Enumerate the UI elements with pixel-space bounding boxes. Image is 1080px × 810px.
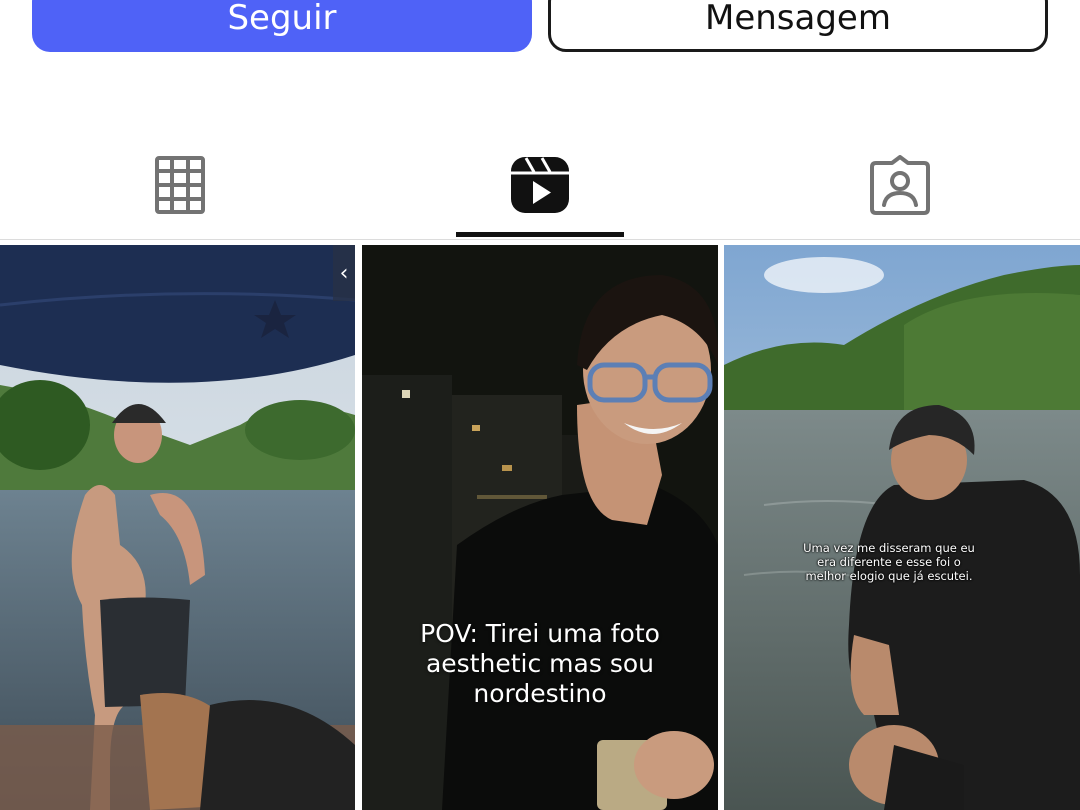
active-tab-indicator <box>456 232 624 237</box>
reel-caption-line: Uma vez me disseram que eu <box>803 541 975 555</box>
tab-reels[interactable] <box>360 135 720 235</box>
reel-image-lake-back <box>724 245 1080 810</box>
reels-icon <box>511 157 569 213</box>
reel-thumbnail[interactable]: POV: Tirei uma foto aesthetic mas sou no… <box>362 245 718 810</box>
follow-button[interactable]: Seguir <box>32 0 532 52</box>
tab-tagged[interactable] <box>720 135 1080 235</box>
reel-caption: Uma vez me disseram que eu era diferente… <box>784 541 994 583</box>
reel-thumbnail[interactable]: ‹ <box>0 245 355 810</box>
reel-caption-line: era diferente e esse foi o <box>817 555 961 569</box>
reel-caption-line: aesthetic mas sou <box>425 649 654 678</box>
follow-button-label: Seguir <box>227 0 337 38</box>
reel-caption-line: POV: Tirei uma foto <box>420 619 660 648</box>
carousel-chevron-icon: ‹ <box>333 245 355 301</box>
tab-divider <box>0 239 1080 240</box>
reel-caption: POV: Tirei uma foto aesthetic mas sou no… <box>362 619 718 709</box>
reel-image-night-portrait <box>362 245 718 810</box>
reel-thumbnail[interactable]: Uma vez me disseram que eu era diferente… <box>724 245 1080 810</box>
tagged-icon <box>870 155 930 215</box>
message-button[interactable]: Mensagem <box>548 0 1048 52</box>
reel-image-lake-umbrella <box>0 245 355 810</box>
message-button-label: Mensagem <box>705 0 891 38</box>
reel-caption-line: nordestino <box>473 679 607 708</box>
tab-posts[interactable] <box>0 135 360 235</box>
grid-icon <box>155 156 205 214</box>
reel-caption-line: melhor elogio que já escutei. <box>805 569 973 583</box>
